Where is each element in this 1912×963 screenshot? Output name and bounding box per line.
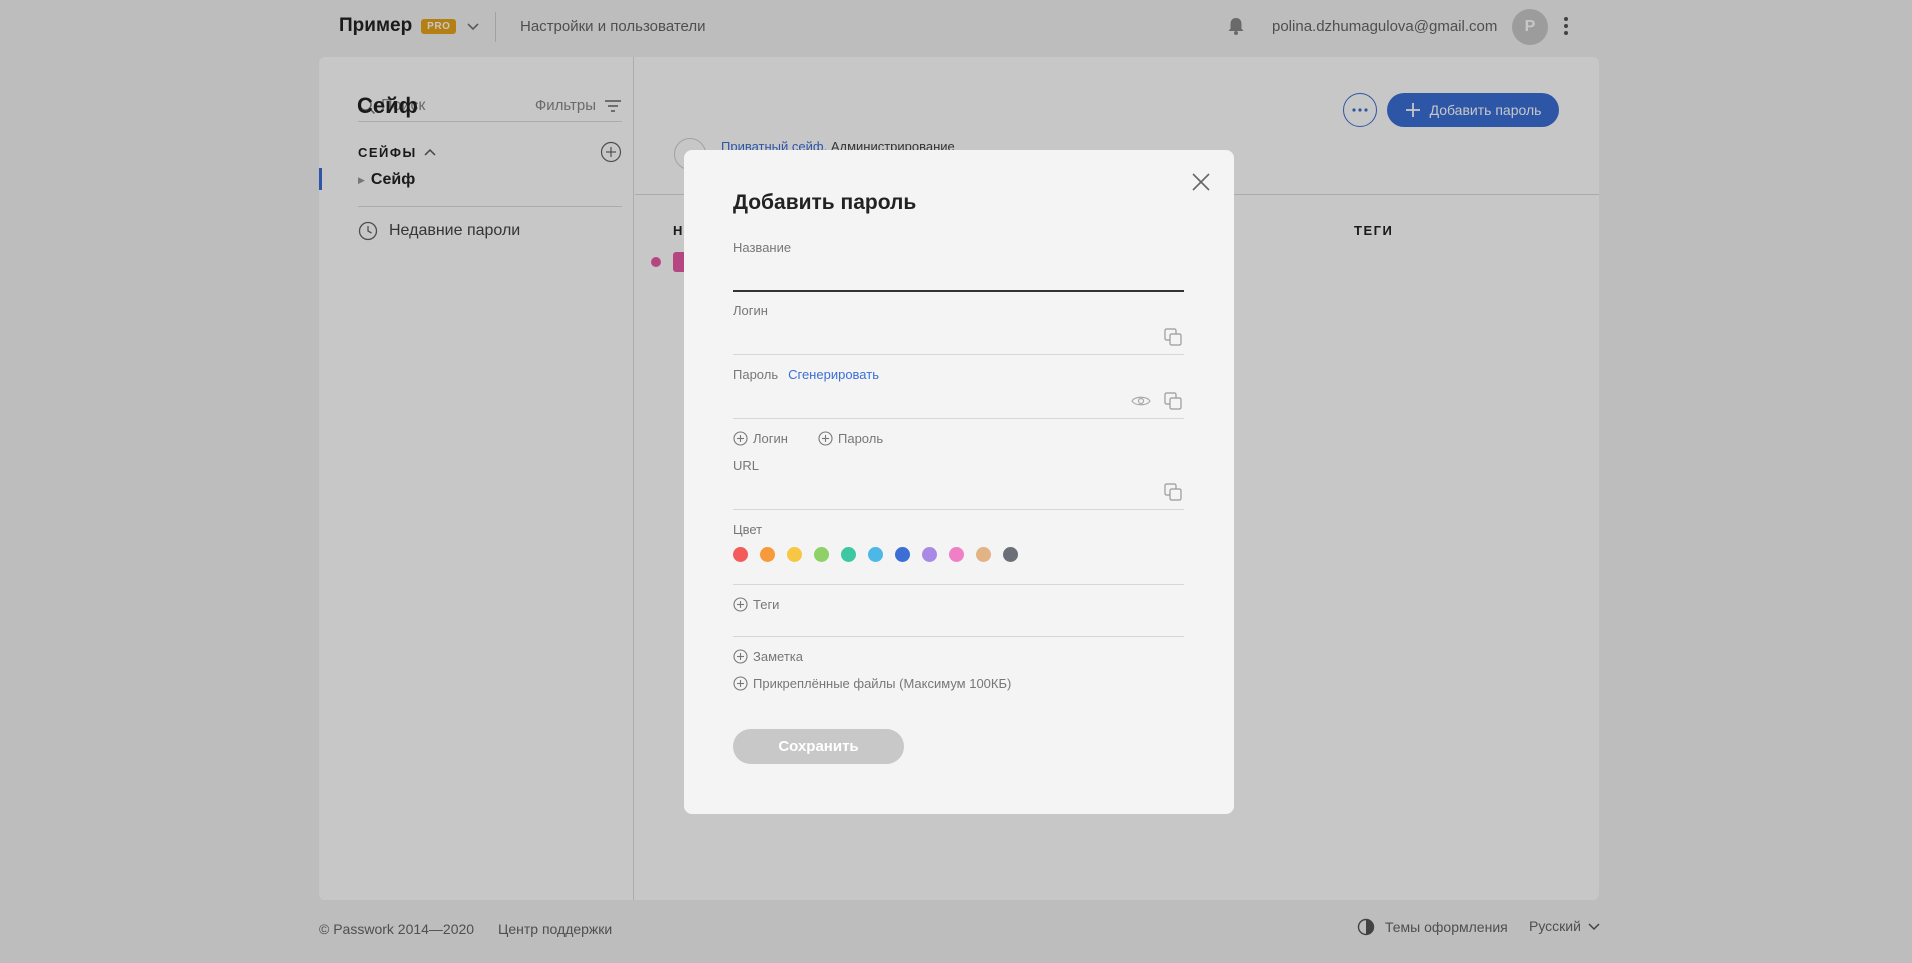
password-label: Пароль Сгенерировать: [733, 367, 879, 382]
password-label-text: Пароль: [733, 367, 779, 382]
eye-icon[interactable]: [1131, 394, 1151, 408]
login-underline: [733, 354, 1184, 355]
add-tags-button[interactable]: Теги: [733, 597, 779, 612]
copy-icon[interactable]: [1164, 328, 1182, 346]
plus-circle-icon: [733, 649, 748, 664]
color-swatch[interactable]: [868, 547, 883, 562]
color-swatch[interactable]: [922, 547, 937, 562]
url-underline: [733, 509, 1184, 510]
plus-circle-icon: [733, 431, 748, 446]
tags-label: Теги: [753, 597, 780, 612]
plus-circle-icon: [733, 597, 748, 612]
add-login-button[interactable]: Логин: [733, 431, 788, 446]
add-password-field-button[interactable]: Пароль: [818, 431, 883, 446]
color-swatch[interactable]: [949, 547, 964, 562]
url-input[interactable]: [733, 477, 1184, 503]
name-input[interactable]: [733, 258, 1184, 284]
password-input[interactable]: [733, 386, 1123, 412]
add-password-field-label: Пароль: [838, 431, 884, 446]
plus-circle-icon: [733, 676, 748, 691]
color-swatch[interactable]: [733, 547, 748, 562]
password-underline: [733, 418, 1184, 419]
name-label: Название: [733, 240, 792, 255]
color-swatch[interactable]: [787, 547, 802, 562]
name-underline: [733, 290, 1184, 292]
url-label: URL: [733, 458, 760, 473]
save-button[interactable]: Сохранить: [733, 729, 904, 764]
color-underline: [733, 584, 1184, 585]
copy-icon[interactable]: [1164, 392, 1182, 410]
color-swatch[interactable]: [1003, 547, 1018, 562]
attachments-label: Прикреплённые файлы (Максимум 100КБ): [753, 676, 1012, 691]
generate-password-link[interactable]: Сгенерировать: [788, 367, 879, 382]
add-password-modal: Добавить пароль Название Логин Пароль Сге…: [684, 150, 1234, 814]
add-attachments-button[interactable]: Прикреплённые файлы (Максимум 100КБ): [733, 676, 1011, 691]
add-note-button[interactable]: Заметка: [733, 649, 803, 664]
modal-title: Добавить пароль: [733, 191, 917, 214]
add-login-label: Логин: [753, 431, 788, 446]
color-swatch[interactable]: [760, 547, 775, 562]
color-picker: [733, 547, 1030, 562]
close-icon[interactable]: [1190, 171, 1212, 193]
color-swatch[interactable]: [895, 547, 910, 562]
color-swatch[interactable]: [814, 547, 829, 562]
tags-underline: [733, 636, 1184, 637]
note-label: Заметка: [753, 649, 803, 664]
copy-icon[interactable]: [1164, 483, 1182, 501]
color-swatch[interactable]: [976, 547, 991, 562]
color-swatch[interactable]: [841, 547, 856, 562]
color-label: Цвет: [733, 522, 763, 537]
login-label: Логин: [733, 303, 768, 318]
login-input[interactable]: [733, 322, 1184, 348]
plus-circle-icon: [818, 431, 833, 446]
